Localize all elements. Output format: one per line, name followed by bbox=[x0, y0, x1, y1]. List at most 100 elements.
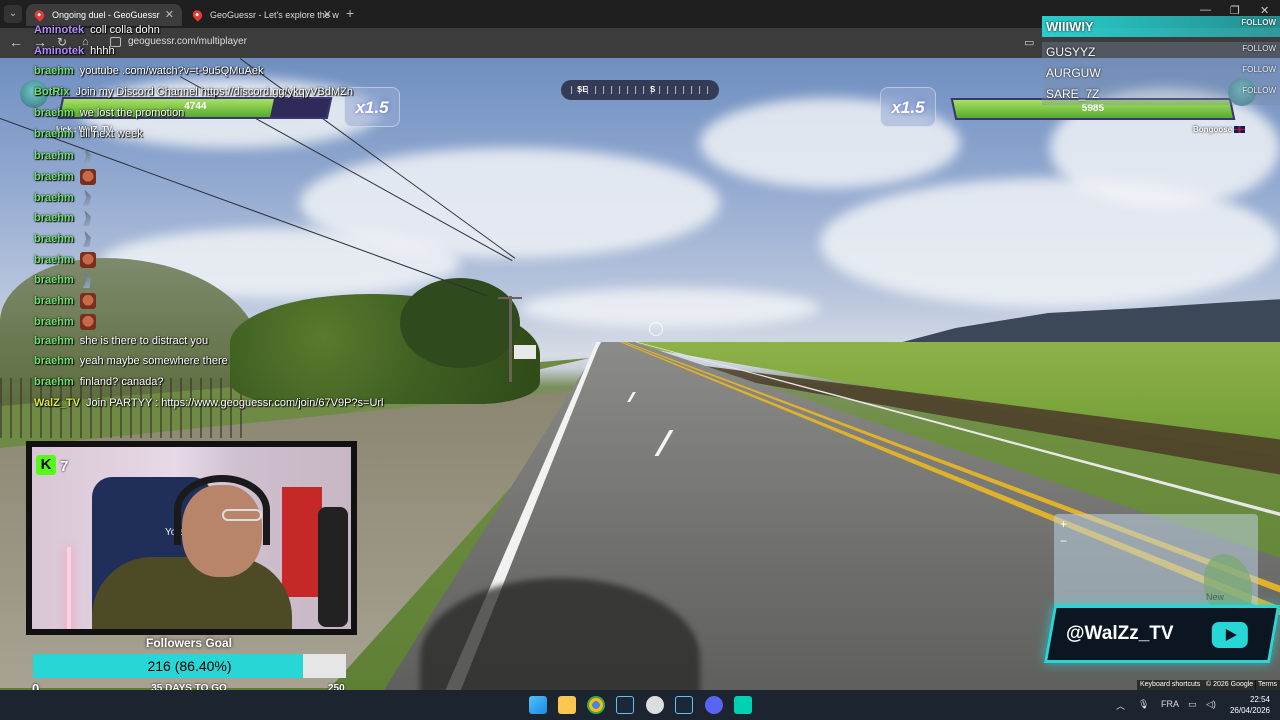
minimize-icon[interactable]: — bbox=[1200, 4, 1211, 16]
kick-logo-icon: K bbox=[36, 455, 56, 475]
face-emote-icon bbox=[79, 293, 96, 310]
channel-handle: @WalZz_TV bbox=[1066, 623, 1174, 644]
chat-message: WalZ_TV Join PARTYY : https://www.geogues… bbox=[34, 397, 384, 409]
chat-message: braehm bbox=[34, 210, 96, 227]
tab-ongoing-duel[interactable]: Ongoing duel - GeoGuessr ✕ bbox=[26, 4, 182, 26]
move-cursor-icon bbox=[649, 322, 663, 336]
chat-username[interactable]: braehm bbox=[34, 107, 74, 119]
chat-message: braehm bbox=[34, 231, 96, 247]
hat-emote-icon bbox=[82, 189, 91, 206]
zoom-out-button[interactable]: − bbox=[1060, 534, 1067, 548]
face-emote-icon bbox=[79, 168, 96, 185]
followers-goal-bar: 216 (86.40%) bbox=[33, 654, 346, 678]
keyboard-shortcuts-link[interactable]: Keyboard shortcuts bbox=[1137, 680, 1204, 690]
start-icon[interactable] bbox=[529, 696, 547, 714]
microphone bbox=[318, 507, 348, 627]
hat-emote-icon bbox=[82, 272, 91, 289]
chrome-icon[interactable] bbox=[587, 696, 605, 714]
language-indicator[interactable]: FRA bbox=[1161, 699, 1179, 709]
chat-message: braehm bbox=[34, 168, 96, 185]
power-pole bbox=[509, 296, 512, 382]
taskbar-clock[interactable]: 22:54 26/04/2026 bbox=[1230, 694, 1270, 716]
chat-username[interactable]: braehm bbox=[34, 128, 74, 140]
chat-username[interactable]: braehm bbox=[34, 233, 74, 245]
url-text[interactable]: geoguessr.com/multiplayer bbox=[128, 36, 247, 47]
chat-username[interactable]: BotRix bbox=[34, 86, 69, 98]
hat-emote-icon bbox=[82, 210, 91, 227]
new-tab-button[interactable]: + bbox=[346, 5, 354, 21]
chat-message: braehm bbox=[34, 251, 96, 268]
chat-username[interactable]: braehm bbox=[34, 192, 74, 204]
chat-message: braehm bbox=[34, 189, 96, 206]
recent-followers-list: WIIIWIY FOLLOW GUSYYZ FOLLOW AURGUW FOLLOW … bbox=[1042, 16, 1280, 105]
follower-item: AURGUW FOLLOW bbox=[1042, 63, 1280, 84]
chat-message: braehm youtube .com/watch?v=t-9u5QMuAek bbox=[34, 65, 263, 77]
chat-username[interactable]: braehm bbox=[34, 316, 74, 328]
chat-username[interactable]: braehm bbox=[34, 376, 74, 388]
chat-message: braehm bbox=[34, 313, 96, 330]
close-icon[interactable]: ✕ bbox=[165, 4, 174, 26]
map-place-label: New bbox=[1206, 592, 1225, 602]
white-house bbox=[514, 345, 536, 359]
obs-icon[interactable] bbox=[646, 696, 664, 714]
follower-item: GUSYYZ FOLLOW bbox=[1042, 42, 1280, 63]
webcam-feed: Yole bbox=[26, 441, 357, 635]
hat-emote-icon bbox=[82, 231, 91, 247]
streamer bbox=[92, 557, 292, 629]
chat-text: Join my Discord Channel https://discord.… bbox=[75, 86, 354, 99]
chat-username[interactable]: braehm bbox=[34, 150, 74, 162]
file-explorer-icon[interactable] bbox=[558, 696, 576, 714]
chat-username[interactable]: WalZ_TV bbox=[34, 397, 80, 409]
chat-text: yeah maybe somewhere there bbox=[79, 355, 228, 368]
tab-title: Ongoing duel - GeoGuessr bbox=[52, 10, 160, 20]
steam-icon[interactable] bbox=[616, 696, 634, 714]
network-icon[interactable]: ▭ bbox=[1188, 699, 1197, 710]
face-emote-icon bbox=[79, 313, 96, 330]
app-icon[interactable] bbox=[734, 696, 752, 714]
cast-icon[interactable]: ▭ bbox=[1024, 36, 1034, 49]
tab-title: GeoGuessr - Let's explore the w bbox=[210, 10, 339, 20]
chat-text: Join PARTYY : https://www.geoguessr.com/… bbox=[86, 396, 384, 409]
chat-username[interactable]: braehm bbox=[34, 65, 74, 77]
chat-username[interactable]: braehm bbox=[34, 295, 74, 307]
chat-text: we lost the promotion bbox=[79, 106, 185, 119]
chat-message: braehm bbox=[34, 148, 96, 165]
tab-geoguessr-explore[interactable]: GeoGuessr - Let's explore the w ✕ bbox=[184, 4, 340, 26]
terms-link[interactable]: Terms bbox=[1255, 680, 1280, 690]
youtube-handle-badge: @WalZz_TV bbox=[1043, 605, 1280, 663]
microphone-icon[interactable]: 🎙 bbox=[1138, 699, 1149, 710]
chat-username[interactable]: braehm bbox=[34, 171, 74, 183]
uk-flag-icon bbox=[1234, 126, 1246, 134]
chat-text: hhhh bbox=[90, 44, 115, 57]
chat-username[interactable]: Aminotek bbox=[34, 24, 84, 36]
zoom-in-button[interactable]: + bbox=[1060, 517, 1067, 531]
tab-search-button[interactable]: ⌄ bbox=[4, 5, 22, 23]
volume-icon[interactable]: ◁) bbox=[1206, 699, 1216, 710]
close-icon[interactable]: ✕ bbox=[323, 4, 332, 26]
chat-message: Aminotek coll colla dohn bbox=[34, 24, 160, 36]
chat-username[interactable]: braehm bbox=[34, 335, 74, 347]
chat-text: youtube .com/watch?v=t-9u5QMuAek bbox=[79, 65, 264, 78]
chat-username[interactable]: braehm bbox=[34, 254, 74, 266]
chat-username[interactable]: braehm bbox=[34, 212, 74, 224]
follower-item: WIIIWIY FOLLOW bbox=[1042, 16, 1280, 37]
map-copyright: © 2026 Google bbox=[1203, 680, 1257, 690]
face-emote-icon bbox=[79, 251, 96, 268]
chat-username[interactable]: Aminotek bbox=[34, 45, 84, 57]
follower-item: SARE_7Z FOLLOW bbox=[1042, 84, 1280, 105]
chat-message: braehm bbox=[34, 293, 96, 310]
chat-username[interactable]: braehm bbox=[34, 274, 74, 286]
guess-minimap[interactable]: + − New bbox=[1054, 514, 1258, 614]
chat-message: BotRix Join my Discord Channel https://di… bbox=[34, 86, 353, 98]
chat-username[interactable]: braehm bbox=[34, 355, 74, 367]
hat-emote-icon bbox=[82, 148, 91, 165]
steam-icon[interactable] bbox=[675, 696, 693, 714]
discord-icon[interactable] bbox=[705, 696, 723, 714]
compass-label: SE bbox=[577, 85, 588, 94]
chat-message: braehm we lost the promotion bbox=[34, 107, 184, 119]
chevron-up-icon[interactable]: ︿ bbox=[1116, 699, 1125, 712]
back-arrow-icon[interactable]: ← bbox=[9, 34, 23, 50]
chat-text: finland? canada? bbox=[79, 375, 164, 388]
chat-message: braehm finland? canada? bbox=[34, 376, 164, 388]
compass-label: S bbox=[650, 85, 656, 94]
